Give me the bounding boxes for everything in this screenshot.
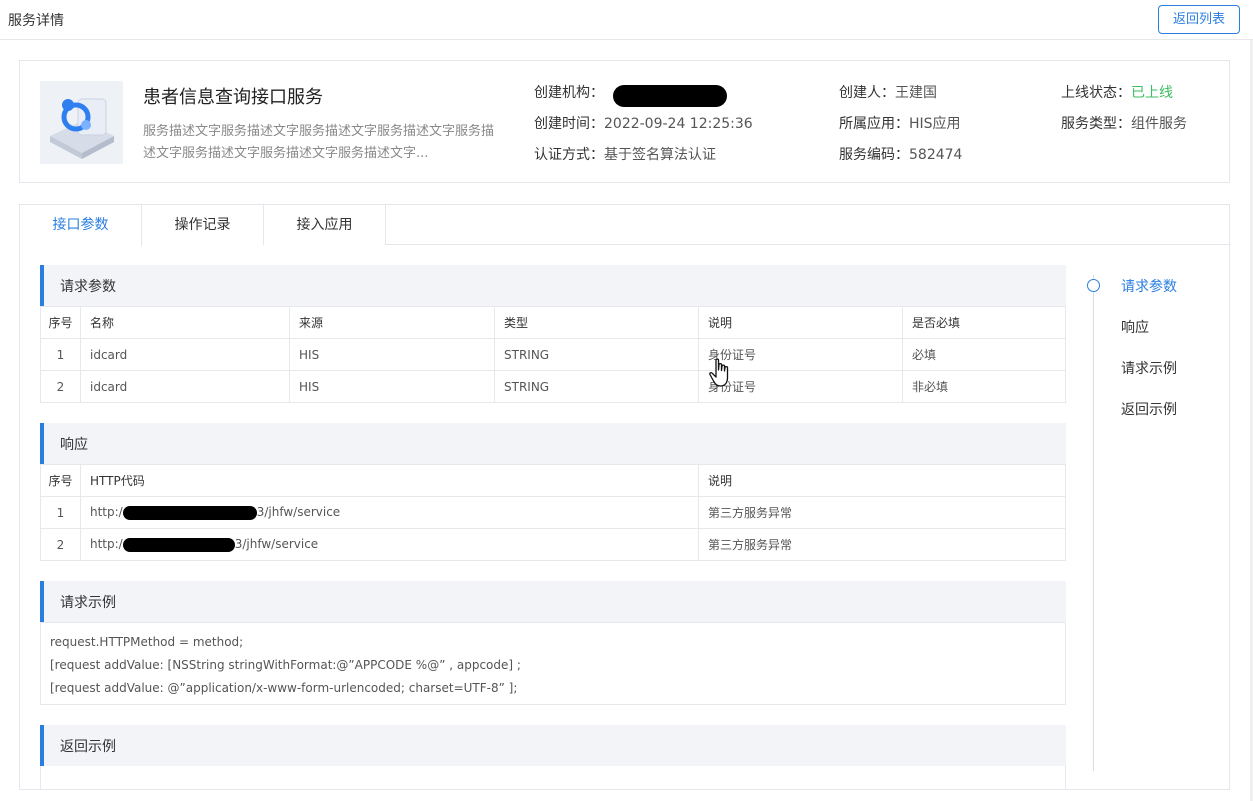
page-title: 服务详情 bbox=[8, 13, 64, 29]
creator-value: 王建国 bbox=[895, 85, 937, 101]
tab-bar: 接口参数 操作记录 接入应用 bbox=[20, 205, 1231, 246]
tab-operation-log[interactable]: 操作记录 bbox=[142, 205, 264, 245]
online-status-badge: 已上线 bbox=[1131, 85, 1173, 101]
service-code-value: 582474 bbox=[909, 147, 963, 163]
url-suffix: 3/jhfw/service bbox=[234, 537, 319, 552]
url-suffix: 3/jhfw/service bbox=[256, 505, 341, 520]
auth-method: 认证方式：基于签名算法认证 bbox=[534, 144, 716, 164]
owner-app-value: HIS应用 bbox=[909, 116, 961, 132]
owner-app: 所属应用：HIS应用 bbox=[839, 113, 961, 133]
request-example-code: request.HTTPMethod = method; [request ad… bbox=[40, 622, 1066, 705]
created-org: 创建机构： bbox=[534, 82, 604, 102]
detail-tabs-panel: 接口参数 操作记录 接入应用 请求参数 序号 名称 来源 类型 说明 是否必填 … bbox=[19, 204, 1231, 790]
column-header: 说明 bbox=[698, 306, 903, 339]
service-info-card: 患者信息查询接口服务 服务描述文字服务描述文字服务描述文字服务描述文字服务描述文… bbox=[19, 60, 1230, 183]
section-title: 请求示例 bbox=[60, 595, 116, 611]
cell-type: STRING bbox=[494, 370, 699, 403]
cell-description: 第三方服务异常 bbox=[698, 496, 1066, 529]
service-type: 服务类型：组件服务 bbox=[1061, 113, 1187, 133]
cell-required: 必填 bbox=[902, 338, 1066, 371]
table-header-row: 序号 HTTP代码 说明 bbox=[40, 464, 1066, 497]
anchor-response[interactable]: 响应 bbox=[1121, 317, 1149, 337]
created-org-label: 创建机构： bbox=[534, 85, 604, 101]
section-title: 返回示例 bbox=[60, 739, 116, 755]
column-header: HTTP代码 bbox=[80, 464, 699, 497]
section-response-example: 返回示例 bbox=[40, 725, 1066, 766]
cell-http-code: http:/ 3/jhfw/service bbox=[80, 496, 699, 529]
table-header-row: 序号 名称 来源 类型 说明 是否必填 bbox=[40, 306, 1066, 339]
code-line: [request addValue: @”application/x-www-f… bbox=[50, 681, 518, 695]
redacted-url bbox=[122, 505, 257, 520]
section-request-example: 请求示例 bbox=[40, 581, 1066, 622]
column-header: 序号 bbox=[40, 464, 81, 497]
anchor-active-dot bbox=[1087, 279, 1100, 292]
cell-index: 2 bbox=[40, 528, 81, 561]
anchor-response-example[interactable]: 返回示例 bbox=[1121, 399, 1177, 419]
auth-method-value: 基于签名算法认证 bbox=[604, 147, 716, 163]
hand-cursor-icon bbox=[708, 358, 734, 392]
back-to-list-button[interactable]: 返回列表 bbox=[1158, 5, 1240, 34]
service-name: 患者信息查询接口服务 bbox=[143, 87, 323, 108]
code-line: request.HTTPMethod = method; bbox=[50, 635, 244, 649]
section-response: 响应 bbox=[40, 423, 1066, 464]
created-time-value: 2022-09-24 12:25:36 bbox=[604, 116, 753, 132]
redacted-url bbox=[122, 537, 235, 552]
anchor-rail bbox=[1093, 275, 1094, 771]
created-time: 创建时间：2022-09-24 12:25:36 bbox=[534, 113, 753, 133]
code-line: [request addValue: [NSString stringWithF… bbox=[50, 658, 521, 672]
online-status-label: 上线状态： bbox=[1061, 85, 1131, 101]
service-description: 服务描述文字服务描述文字服务描述文字服务描述文字服务描述文字服务描述文字服务描述… bbox=[143, 124, 495, 161]
column-header: 类型 bbox=[494, 306, 699, 339]
anchor-request-example[interactable]: 请求示例 bbox=[1121, 358, 1177, 378]
section-request-params: 请求参数 bbox=[40, 265, 1066, 306]
cell-source: HIS bbox=[289, 370, 495, 403]
tab-interface-params[interactable]: 接口参数 bbox=[20, 205, 142, 246]
auth-method-label: 认证方式： bbox=[534, 147, 604, 163]
online-status: 上线状态：已上线 bbox=[1061, 82, 1173, 102]
cell-index: 1 bbox=[40, 338, 81, 371]
cell-source: HIS bbox=[289, 338, 495, 371]
cell-description: 第三方服务异常 bbox=[698, 528, 1066, 561]
service-logo-icon bbox=[40, 81, 123, 164]
anchor-request-params[interactable]: 请求参数 bbox=[1121, 276, 1177, 296]
section-title: 请求参数 bbox=[60, 279, 116, 295]
table-row: 1 http:/ 3/jhfw/service 第三方服务异常 bbox=[40, 496, 1066, 529]
cell-name: idcard bbox=[80, 338, 290, 371]
service-code: 服务编码：582474 bbox=[839, 144, 962, 164]
service-type-label: 服务类型： bbox=[1061, 116, 1131, 132]
column-header: 名称 bbox=[80, 306, 290, 339]
column-header: 是否必填 bbox=[902, 306, 1066, 339]
service-code-label: 服务编码： bbox=[839, 147, 909, 163]
cell-required: 非必填 bbox=[902, 370, 1066, 403]
request-params-table: 序号 名称 来源 类型 说明 是否必填 1 idcard HIS STRING … bbox=[40, 306, 1066, 403]
column-header: 来源 bbox=[289, 306, 495, 339]
response-table: 序号 HTTP代码 说明 1 http:/ 3/jhfw/service 第三方服… bbox=[40, 464, 1066, 561]
top-bar: 服务详情 返回列表 bbox=[0, 0, 1253, 40]
cell-index: 2 bbox=[40, 370, 81, 403]
creator: 创建人：王建国 bbox=[839, 82, 937, 102]
owner-app-label: 所属应用： bbox=[839, 116, 909, 132]
response-example-code bbox=[40, 766, 1066, 790]
cell-http-code: http:/ 3/jhfw/service bbox=[80, 528, 699, 561]
creator-label: 创建人： bbox=[839, 85, 895, 101]
cell-name: idcard bbox=[80, 370, 290, 403]
tab-connected-apps[interactable]: 接入应用 bbox=[264, 205, 386, 245]
table-row: 2 idcard HIS STRING 身份证号 非必填 bbox=[40, 370, 1066, 403]
redacted-org bbox=[613, 85, 727, 107]
cell-type: STRING bbox=[494, 338, 699, 371]
created-time-label: 创建时间： bbox=[534, 116, 604, 132]
section-title: 响应 bbox=[60, 437, 88, 453]
url-prefix: http:/ bbox=[90, 505, 123, 520]
column-header: 说明 bbox=[698, 464, 1066, 497]
table-row: 2 http:/ 3/jhfw/service 第三方服务异常 bbox=[40, 528, 1066, 561]
url-prefix: http:/ bbox=[90, 537, 123, 552]
column-header: 序号 bbox=[40, 306, 81, 339]
cell-index: 1 bbox=[40, 496, 81, 529]
table-row: 1 idcard HIS STRING 身份证号 必填 bbox=[40, 338, 1066, 371]
service-type-value: 组件服务 bbox=[1131, 116, 1187, 132]
